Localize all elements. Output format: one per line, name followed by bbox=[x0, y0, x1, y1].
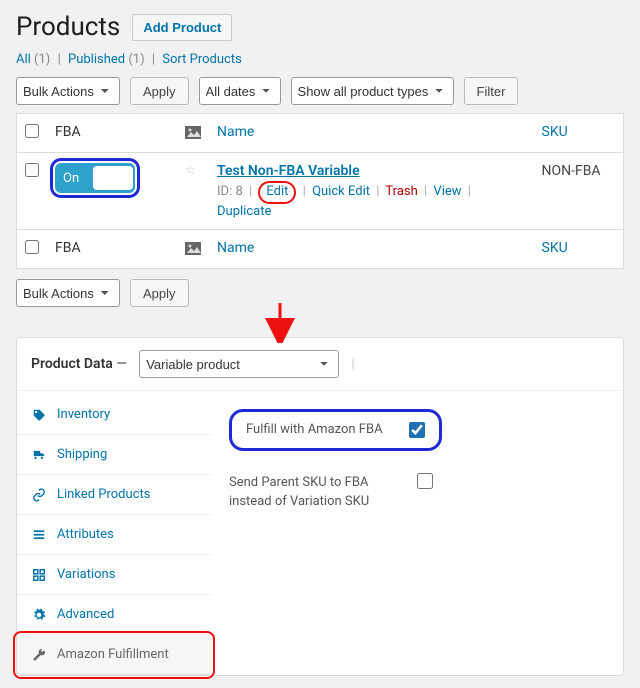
list-icon bbox=[31, 528, 47, 542]
featured-star-icon[interactable]: ☆ bbox=[177, 153, 209, 230]
link-icon bbox=[31, 488, 47, 502]
apply-top-button[interactable]: Apply bbox=[130, 77, 189, 105]
tag-icon bbox=[31, 408, 47, 422]
tab-inventory[interactable]: Inventory bbox=[17, 395, 211, 435]
view-published-count: (1) bbox=[128, 52, 144, 67]
image-icon bbox=[185, 242, 201, 255]
product-types-select[interactable]: Show all product types bbox=[291, 77, 454, 105]
add-product-button[interactable]: Add Product bbox=[132, 14, 232, 41]
sort-products-link[interactable]: Sort Products bbox=[162, 52, 242, 67]
image-icon bbox=[185, 126, 201, 139]
col-fba-foot[interactable]: FBA bbox=[47, 230, 177, 269]
row-view-link[interactable]: View bbox=[433, 184, 461, 199]
row-trash-link[interactable]: Trash bbox=[385, 184, 417, 199]
tab-amazon-fulfillment[interactable]: Amazon Fulfillment bbox=[17, 635, 211, 675]
filter-button[interactable]: Filter bbox=[464, 77, 519, 105]
col-fba-head[interactable]: FBA bbox=[47, 114, 177, 153]
view-all-count: (1) bbox=[34, 52, 50, 67]
grid-icon bbox=[31, 568, 47, 582]
view-all-link[interactable]: All bbox=[16, 52, 31, 67]
view-links: All (1) | Published (1) | Sort Products bbox=[16, 52, 624, 67]
product-id-label: ID: 8 bbox=[217, 184, 243, 199]
dates-select[interactable]: All dates bbox=[199, 77, 281, 105]
tab-shipping[interactable]: Shipping bbox=[17, 435, 211, 475]
parent-sku-label: Send Parent SKU to FBA instead of Variat… bbox=[229, 473, 399, 512]
col-sku-head[interactable]: SKU bbox=[534, 114, 624, 153]
col-image-head[interactable] bbox=[177, 114, 209, 153]
fba-toggle[interactable]: On bbox=[55, 163, 135, 193]
col-image-foot[interactable] bbox=[177, 230, 209, 269]
fulfill-fba-label: Fulfill with Amazon FBA bbox=[246, 420, 383, 440]
select-all-checkbox-top[interactable] bbox=[25, 124, 39, 138]
view-published-link[interactable]: Published bbox=[68, 52, 125, 67]
product-data-panel: Product Data — Variable product | Invent… bbox=[16, 337, 624, 676]
annotation-arrow bbox=[16, 303, 624, 343]
page-title: Products bbox=[16, 12, 120, 42]
row-quick-edit-link[interactable]: Quick Edit bbox=[312, 184, 370, 199]
tab-linked-products[interactable]: Linked Products bbox=[17, 475, 211, 515]
col-sku-foot[interactable]: SKU bbox=[534, 230, 624, 269]
products-table: FBA Name SKU On ☆ Test Non-FBA bbox=[16, 113, 624, 269]
row-edit-link[interactable]: Edit bbox=[266, 184, 288, 199]
fba-toggle-label: On bbox=[63, 171, 79, 186]
product-data-tabs: Inventory Shipping Linked Products Attri… bbox=[17, 391, 211, 675]
fulfill-fba-checkbox[interactable] bbox=[409, 422, 425, 438]
product-type-select[interactable]: Variable product bbox=[139, 350, 339, 378]
tab-advanced[interactable]: Advanced bbox=[17, 595, 211, 635]
fulfill-fba-highlight: Fulfill with Amazon FBA bbox=[229, 409, 442, 451]
gear-icon bbox=[31, 608, 47, 622]
product-title-link[interactable]: Test Non-FBA Variable bbox=[217, 163, 360, 179]
fba-toggle-knob bbox=[93, 166, 133, 190]
col-name-head[interactable]: Name bbox=[209, 114, 534, 153]
bulk-actions-select-top[interactable]: Bulk Actions bbox=[16, 77, 120, 105]
table-row: On ☆ Test Non-FBA Variable ID: 8 | Edit … bbox=[17, 153, 624, 230]
wrench-icon bbox=[31, 648, 47, 662]
truck-icon bbox=[31, 448, 47, 462]
row-checkbox[interactable] bbox=[25, 163, 39, 177]
row-sku: NON-FBA bbox=[534, 153, 624, 230]
select-all-checkbox-bottom[interactable] bbox=[25, 240, 39, 254]
row-duplicate-link[interactable]: Duplicate bbox=[217, 204, 271, 219]
product-data-label: Product Data — bbox=[31, 356, 127, 372]
tab-attributes[interactable]: Attributes bbox=[17, 515, 211, 555]
col-name-foot[interactable]: Name bbox=[209, 230, 534, 269]
tab-variations[interactable]: Variations bbox=[17, 555, 211, 595]
parent-sku-checkbox[interactable] bbox=[417, 473, 433, 489]
